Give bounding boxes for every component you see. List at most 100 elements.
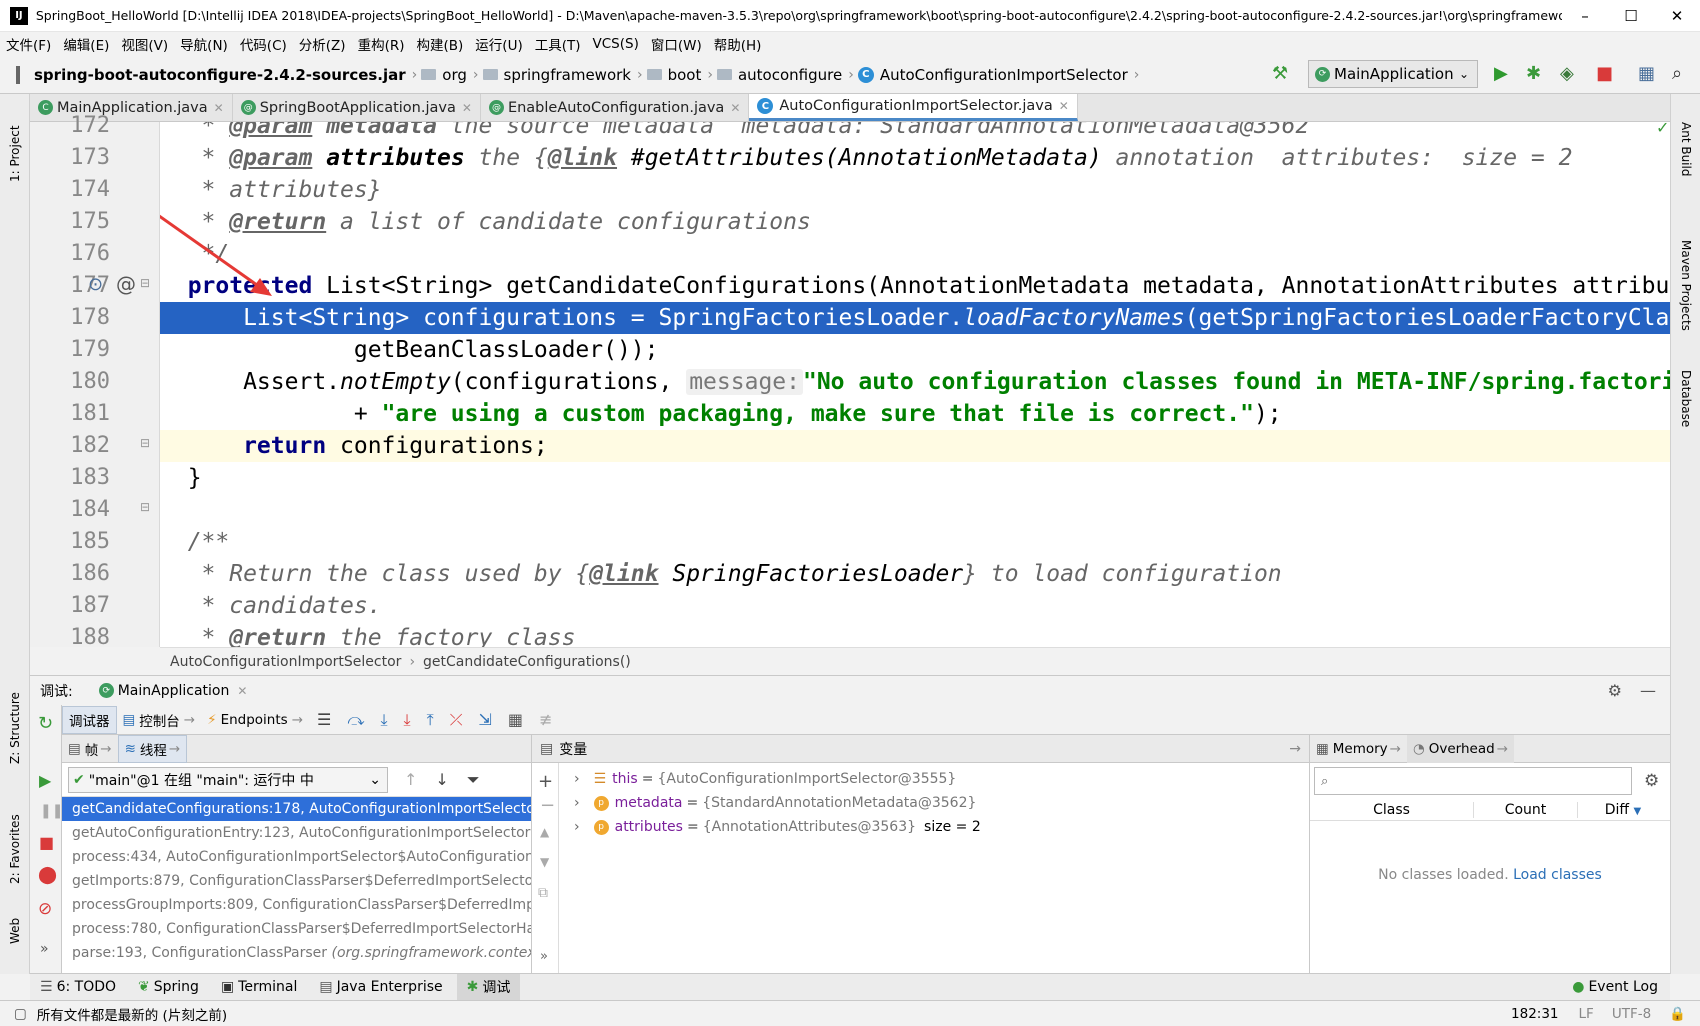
tab-debugger[interactable]: 调试器	[62, 705, 117, 734]
nav-crumb-org[interactable]: org ›	[421, 66, 479, 84]
expand-chevron-icon[interactable]: ›	[574, 771, 580, 787]
close-icon[interactable]: ✕	[1654, 0, 1700, 32]
stack-frame[interactable]: process:780, ConfigurationClassParser$De…	[62, 917, 531, 941]
pause-icon[interactable]: ❚❚	[40, 803, 63, 819]
close-tab-icon[interactable]: ✕	[730, 101, 740, 115]
variable-row[interactable]: › p attributes = {AnnotationAttributes@3563}…	[560, 815, 1300, 839]
menu-help[interactable]: 帮助(H)	[714, 34, 762, 54]
close-session-icon[interactable]: ✕	[237, 684, 247, 698]
tab-memory[interactable]: ▦ Memory →	[1310, 735, 1407, 763]
maximize-icon[interactable]: ☐	[1608, 0, 1654, 32]
inspection-ok-icon[interactable]: ✓	[1656, 122, 1669, 137]
resume-icon[interactable]: ▶	[39, 771, 51, 790]
event-log-tab[interactable]: ● Event Log	[1572, 979, 1658, 995]
stack-frame[interactable]: getAutoConfigurationEntry:123, AutoConfi…	[62, 821, 531, 845]
settings-gear-icon[interactable]: ⚙	[1644, 771, 1659, 791]
add-watch-icon[interactable]: +	[538, 771, 553, 792]
rerun-icon[interactable]: ↻	[38, 713, 53, 734]
project-tool-tab[interactable]: 1: Project	[8, 125, 22, 182]
menu-build[interactable]: 构建(B)	[417, 34, 464, 54]
menu-run[interactable]: 运行(U)	[475, 34, 522, 54]
close-tab-icon[interactable]: ✕	[214, 101, 224, 115]
file-encoding[interactable]: UTF-8	[1612, 1006, 1651, 1022]
nav-crumb-autoconfigure[interactable]: autoconfigure ›	[716, 66, 854, 84]
trace-icon[interactable]: ≢	[539, 710, 552, 729]
run-icon[interactable]: ▶	[1494, 64, 1508, 84]
tab-spring-boot-application[interactable]: @ SpringBootApplication.java ✕	[233, 94, 481, 121]
evaluate-expression-icon[interactable]: ▦	[508, 710, 523, 729]
tab-auto-configuration-import-selector[interactable]: C AutoConfigurationImportSelector.java ✕	[749, 94, 1078, 121]
favorites-tool-tab[interactable]: 2: Favorites	[8, 814, 22, 884]
tab-console[interactable]: ▤ 控制台 →	[117, 706, 202, 734]
close-tab-icon[interactable]: ✕	[1059, 99, 1069, 113]
debug-tab[interactable]: ✱ 调试	[456, 974, 521, 1000]
maven-tool-tab[interactable]: Maven Projects	[1679, 240, 1693, 331]
nav-crumb-boot[interactable]: boot ›	[646, 66, 713, 84]
web-tool-tab[interactable]: Web	[8, 918, 22, 944]
structure-tool-tab[interactable]: Z: Structure	[8, 692, 22, 764]
drop-frame-icon[interactable]: ⤫	[450, 710, 463, 730]
menu-edit[interactable]: 编辑(E)	[63, 34, 109, 54]
coverage-icon[interactable]: ◈	[1560, 64, 1574, 84]
debug-bug-icon[interactable]: ✱	[1526, 64, 1541, 84]
filter-icon[interactable]: ⏷	[467, 770, 480, 790]
nav-jar[interactable]: spring-boot-autoconfigure-2.4.2-sources.…	[16, 65, 417, 84]
nav-crumb-springframework[interactable]: springframework ›	[482, 66, 643, 84]
stack-frame[interactable]: getImports:879, ConfigurationClassParser…	[62, 869, 531, 893]
database-tool-tab[interactable]: Database	[1679, 370, 1693, 427]
project-structure-icon[interactable]: ▦	[1638, 64, 1655, 84]
caret-position[interactable]: 182:31	[1511, 1006, 1559, 1022]
up-icon[interactable]: ↑	[404, 770, 417, 789]
override-marker-icon[interactable]: ⊙	[88, 274, 103, 295]
move-down-icon[interactable]: ▼	[540, 855, 549, 869]
fold-marker-icon[interactable]: ⊟	[140, 436, 150, 450]
mute-breakpoints-icon[interactable]: ⊘	[38, 899, 52, 919]
col-count[interactable]: Count	[1474, 801, 1578, 818]
stop-icon[interactable]: ■	[1596, 64, 1613, 84]
line-separator[interactable]: LF	[1579, 1006, 1594, 1022]
close-tab-icon[interactable]: ✕	[462, 101, 472, 115]
settings-gear-icon[interactable]: ⚙	[1608, 681, 1622, 700]
stack-frame[interactable]: process:434, AutoConfigurationImportSele…	[62, 845, 531, 869]
tab-enable-auto-configuration[interactable]: @ EnableAutoConfiguration.java ✕	[481, 94, 750, 121]
stack-frame[interactable]: parse:193, ConfigurationClassParser (org…	[62, 941, 531, 965]
code-editor[interactable]: * @param metadata the source metadata me…	[160, 122, 1670, 647]
memory-search-input[interactable]: ⌕	[1314, 767, 1632, 795]
tab-endpoints[interactable]: ⚡ Endpoints →	[201, 706, 309, 734]
code-breadcrumb-class[interactable]: AutoConfigurationImportSelector	[170, 654, 401, 670]
copy-icon[interactable]: ⧉	[538, 885, 548, 901]
down-icon[interactable]: ↓	[435, 770, 448, 789]
show-execution-point-icon[interactable]: ☰	[317, 710, 331, 729]
expand-chevron-icon[interactable]: ›	[574, 795, 580, 811]
spring-tab[interactable]: ❦ Spring	[138, 979, 199, 995]
menu-analyze[interactable]: 分析(Z)	[299, 34, 346, 54]
tab-overhead[interactable]: ◔ Overhead →	[1406, 734, 1515, 763]
thread-select[interactable]: ✔ "main"@1 在组 "main": 运行中 中 ⌄	[68, 766, 388, 793]
fold-marker-icon[interactable]: ⊟	[140, 500, 150, 514]
terminal-tab[interactable]: ▣ Terminal	[221, 979, 297, 995]
menu-tools[interactable]: 工具(T)	[535, 34, 581, 54]
menu-navigate[interactable]: 导航(N)	[180, 34, 228, 54]
step-over-icon[interactable]: ⤼	[347, 710, 364, 730]
variable-row[interactable]: › ☰ this = {AutoConfigurationImportSelector@…	[560, 767, 1300, 791]
tab-frames[interactable]: ▤ 帧 →	[62, 735, 118, 763]
stop-icon[interactable]: ■	[39, 833, 54, 852]
fold-marker-icon[interactable]: ⊟	[140, 276, 150, 290]
run-to-cursor-icon[interactable]: ⇲	[479, 710, 492, 729]
hide-panel-icon[interactable]: —	[1640, 681, 1656, 700]
minimize-icon[interactable]: –	[1562, 0, 1608, 32]
toggle-tool-windows-icon[interactable]: ▢	[14, 1006, 27, 1022]
debug-session-tab[interactable]: ⟳ MainApplication ✕	[98, 683, 247, 699]
menu-refactor[interactable]: 重构(R)	[358, 34, 405, 54]
stack-frame[interactable]: processGroupImports:809, ConfigurationCl…	[62, 893, 531, 917]
more-icon[interactable]: »	[40, 941, 49, 957]
load-classes-link[interactable]: Load classes	[1513, 867, 1602, 883]
menu-view[interactable]: 视图(V)	[121, 34, 168, 54]
ant-build-tool-tab[interactable]: Ant Build	[1679, 122, 1693, 176]
expand-chevron-icon[interactable]: ›	[574, 819, 580, 835]
menu-code[interactable]: 代码(C)	[240, 34, 287, 54]
variable-row[interactable]: › p metadata = {StandardAnnotationMetadata@3…	[560, 791, 1300, 815]
menu-window[interactable]: 窗口(W)	[651, 34, 702, 54]
search-everywhere-icon[interactable]: ⌕	[1672, 64, 1682, 84]
step-out-icon[interactable]: ⤒	[427, 710, 434, 730]
